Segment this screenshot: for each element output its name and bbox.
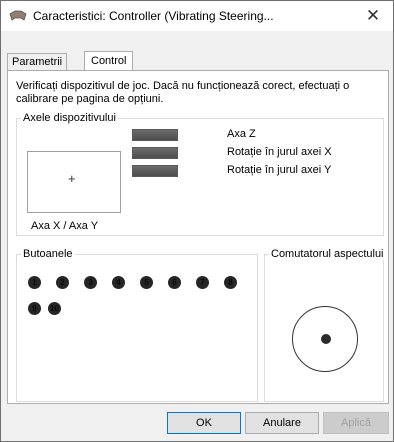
close-button[interactable]: ✕ [353, 1, 393, 31]
button-indicator: 3 [84, 276, 97, 289]
gamepad-icon [9, 10, 27, 21]
apply-button[interactable]: Aplică [323, 412, 389, 434]
pov-center-dot [321, 334, 331, 344]
z-axis-bar [132, 129, 178, 141]
properties-dialog: Caracteristici: Controller (Vibrating St… [0, 0, 394, 442]
button-indicator: 4 [112, 276, 125, 289]
title-bar: Caracteristici: Controller (Vibrating St… [1, 1, 393, 31]
y-rotation-bar [132, 165, 178, 177]
control-tab-panel: Verificați dispozitivul de joc. Dacă nu … [7, 70, 389, 404]
window-title: Caracteristici: Controller (Vibrating St… [33, 9, 274, 23]
button-indicator: 8 [224, 276, 237, 289]
pov-group-label: Comutatorul aspectului [269, 248, 386, 260]
button-indicator: 5 [140, 276, 153, 289]
pov-indicator [292, 306, 358, 372]
button-indicator: 1 [28, 276, 41, 289]
button-indicator: 7 [196, 276, 209, 289]
button-indicator: 10 [48, 302, 61, 315]
button-indicator: 6 [168, 276, 181, 289]
close-icon: ✕ [365, 6, 381, 25]
ok-button[interactable]: OK [167, 412, 241, 434]
xy-axis-label: Axa X / Axa Y [31, 220, 99, 232]
buttons-group-label: Butoanele [21, 248, 75, 260]
cancel-button[interactable]: Anulare [245, 412, 319, 434]
xy-axis-display: + [27, 151, 121, 213]
axes-group: Axele dispozitivului + Axa X / Axa Y Axa… [16, 112, 384, 236]
z-axis-label: Axa Z [227, 128, 256, 140]
button-indicator: 2 [56, 276, 69, 289]
buttons-group: Butoanele 1 2 3 4 5 6 7 8 9 10 [16, 248, 258, 402]
axes-group-label: Axele dispozitivului [21, 112, 118, 124]
x-rotation-label: Rotație în jurul axei X [227, 146, 332, 158]
y-rotation-label: Rotație în jurul axei Y [227, 164, 332, 176]
button-indicator: 9 [28, 302, 41, 315]
description-text: Verificați dispozitivul de joc. Dacă nu … [16, 80, 350, 105]
pov-hat-group: Comutatorul aspectului [264, 248, 386, 402]
crosshair-icon: + [68, 171, 76, 186]
x-rotation-bar [132, 147, 178, 159]
tab-parametrii[interactable]: Parametrii [7, 53, 68, 70]
tab-control[interactable]: Control [84, 51, 134, 71]
